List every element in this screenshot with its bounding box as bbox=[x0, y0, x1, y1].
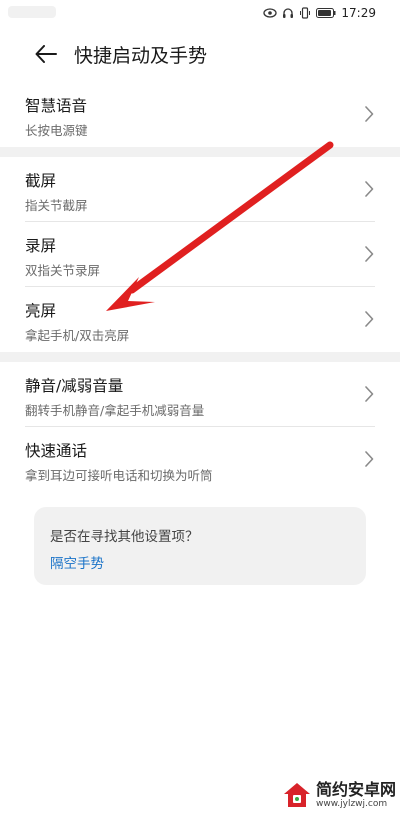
list-item-quick-call[interactable]: 快速通话 拿到耳边可接听电话和切换为听筒 bbox=[0, 427, 400, 492]
suggestion-link-air-gesture[interactable]: 隔空手势 bbox=[50, 552, 104, 572]
list-item-title: 智慧语音 bbox=[25, 97, 88, 115]
list-item-title: 快速通话 bbox=[25, 442, 88, 460]
back-button[interactable] bbox=[28, 36, 64, 72]
list-item-screenshot[interactable]: 截屏 指关节截屏 bbox=[0, 157, 400, 222]
list-item-smart-voice[interactable]: 智慧语音 长按电源键 bbox=[0, 82, 400, 147]
list-item-subtitle: 双指关节录屏 bbox=[25, 263, 101, 278]
suggestion-question: 是否在寻找其他设置项？ bbox=[50, 529, 199, 545]
chevron-right-icon bbox=[365, 311, 374, 327]
list-item-title: 截屏 bbox=[25, 172, 57, 190]
headset-icon bbox=[282, 7, 294, 19]
watermark: 简约安卓网 www.jylzwj.com bbox=[282, 776, 398, 814]
chevron-right-icon bbox=[365, 181, 374, 197]
arrow-left-icon bbox=[35, 45, 57, 63]
list-item-subtitle: 拿到耳边可接听电话和切换为听筒 bbox=[25, 468, 213, 483]
eye-comfort-icon bbox=[263, 8, 278, 18]
house-logo-icon bbox=[284, 783, 310, 807]
chevron-right-icon bbox=[365, 106, 374, 122]
section-divider bbox=[0, 147, 400, 157]
settings-section-knuckle: 截屏 指关节截屏 录屏 双指关节录屏 亮屏 拿起手机/双击亮屏 bbox=[0, 157, 400, 352]
chevron-right-icon bbox=[365, 246, 374, 262]
status-bar: 17:29 bbox=[0, 0, 400, 26]
settings-section-voice: 智慧语音 长按电源键 bbox=[0, 82, 400, 147]
section-divider bbox=[0, 352, 400, 362]
list-item-subtitle: 指关节截屏 bbox=[25, 198, 88, 213]
list-item-subtitle: 拿起手机/双击亮屏 bbox=[25, 328, 130, 343]
page-title: 快捷启动及手势 bbox=[74, 44, 208, 67]
list-item-title: 静音/减弱音量 bbox=[25, 377, 124, 395]
list-item-wake-screen[interactable]: 亮屏 拿起手机/双击亮屏 bbox=[0, 287, 400, 352]
watermark-url: www.jylzwj.com bbox=[316, 798, 388, 809]
list-item-subtitle: 翻转手机静音/拿起手机减弱音量 bbox=[25, 403, 205, 418]
settings-section-calls: 静音/减弱音量 翻转手机静音/拿起手机减弱音量 快速通话 拿到耳边可接听电话和切… bbox=[0, 362, 400, 492]
suggestion-card: 是否在寻找其他设置项？ 隔空手势 bbox=[34, 507, 366, 585]
status-bar-blurred-notifications bbox=[8, 6, 56, 18]
list-item-title: 亮屏 bbox=[25, 302, 57, 320]
status-time: 17:29 bbox=[341, 6, 376, 20]
chevron-right-icon bbox=[365, 386, 374, 402]
app-header: 快捷启动及手势 bbox=[0, 26, 400, 82]
list-item-screen-record[interactable]: 录屏 双指关节录屏 bbox=[0, 222, 400, 287]
list-item-title: 录屏 bbox=[25, 237, 57, 255]
chevron-right-icon bbox=[365, 451, 374, 467]
vibrate-icon bbox=[299, 7, 311, 19]
watermark-name: 简约安卓网 bbox=[316, 779, 397, 799]
battery-icon bbox=[316, 8, 336, 18]
list-item-mute-volume[interactable]: 静音/减弱音量 翻转手机静音/拿起手机减弱音量 bbox=[0, 362, 400, 427]
list-item-subtitle: 长按电源键 bbox=[25, 123, 88, 138]
